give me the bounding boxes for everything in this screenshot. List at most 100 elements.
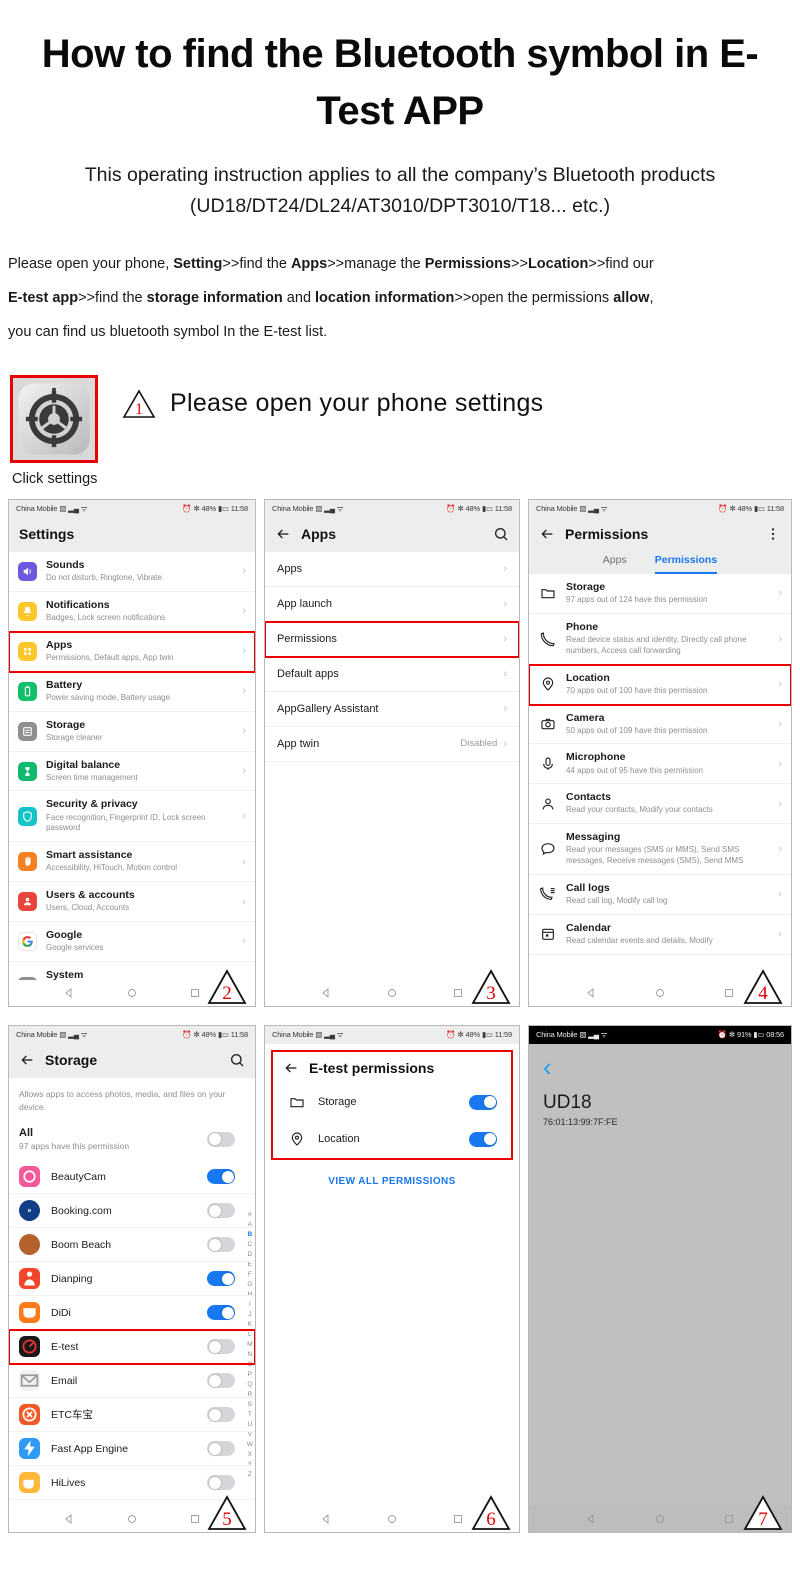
recents-square-icon[interactable] bbox=[189, 987, 201, 999]
storage-all-row[interactable]: All 97 apps have this permission bbox=[9, 1125, 255, 1160]
overflow-menu-icon[interactable] bbox=[765, 526, 781, 542]
permission-row-contacts[interactable]: Contacts Read your contacts, Modify your… bbox=[529, 784, 791, 825]
row-texts: Battery Power saving mode, Battery usage bbox=[46, 679, 233, 704]
app-toggle[interactable] bbox=[207, 1475, 235, 1491]
settings-list[interactable]: Sounds Do not disturb, Ringtone, Vibrate… bbox=[9, 551, 255, 980]
etest-permission-row-storage[interactable]: Storage bbox=[273, 1084, 511, 1121]
home-circle-icon[interactable] bbox=[654, 1513, 666, 1525]
location-permission-toggle[interactable] bbox=[469, 1131, 497, 1147]
settings-row-smart-assistance[interactable]: Smart assistance Accessibility, HiTouch,… bbox=[9, 842, 255, 883]
app-toggle[interactable] bbox=[207, 1271, 235, 1287]
back-arrow-icon[interactable] bbox=[283, 1060, 299, 1076]
app-toggle[interactable] bbox=[207, 1305, 235, 1321]
settings-row-security-privacy[interactable]: Security & privacy Face recognition, Fin… bbox=[9, 791, 255, 843]
home-circle-icon[interactable] bbox=[126, 1513, 138, 1525]
speaker-icon bbox=[18, 561, 37, 581]
etest-permission-row-location[interactable]: Location bbox=[273, 1121, 511, 1158]
status-bar-right: ⏰ ✼ 48% ▮▭ 11:58 bbox=[182, 504, 248, 513]
app-row-boom-beach[interactable]: Boom Beach bbox=[9, 1228, 255, 1263]
row-subtitle: Read device status and identity, Directl… bbox=[566, 634, 747, 655]
home-circle-icon[interactable] bbox=[654, 987, 666, 999]
app-toggle[interactable] bbox=[207, 1407, 235, 1423]
permission-tabs[interactable]: Apps Permissions bbox=[529, 551, 791, 574]
storage-permission-toggle[interactable] bbox=[469, 1094, 497, 1110]
settings-row-users-accounts[interactable]: Users & accounts Users, Cloud, Accounts … bbox=[9, 882, 255, 923]
back-triangle-icon[interactable] bbox=[585, 1513, 597, 1525]
app-row-dianping[interactable]: Dianping bbox=[9, 1262, 255, 1297]
back-arrow-icon[interactable] bbox=[19, 1052, 35, 1068]
clock-label: 11:58 bbox=[230, 1030, 248, 1040]
back-triangle-icon[interactable] bbox=[63, 987, 75, 999]
app-row-etc[interactable]: ETC车宝 bbox=[9, 1398, 255, 1433]
step-number: 6 bbox=[486, 1508, 496, 1530]
permission-row-phone[interactable]: Phone Read device status and identity, D… bbox=[529, 614, 791, 665]
recents-square-icon[interactable] bbox=[189, 1513, 201, 1525]
apps-row-app-twin[interactable]: App twin Disabled › bbox=[265, 727, 519, 762]
app-row-beautycam[interactable]: BeautyCam bbox=[9, 1160, 255, 1195]
permission-row-microphone[interactable]: Microphone 44 apps out of 95 have this p… bbox=[529, 744, 791, 785]
permission-row-location[interactable]: Location 70 apps out of 100 have this pe… bbox=[529, 663, 791, 706]
permission-row-messaging[interactable]: Messaging Read your messages (SMS or MMS… bbox=[529, 824, 791, 875]
storage-permission-list[interactable]: Allows apps to access photos, media, and… bbox=[9, 1077, 255, 1506]
view-all-permissions-link[interactable]: VIEW ALL PERMISSIONS bbox=[271, 1160, 513, 1187]
status-bar-left: China Mobile ▧ ▂▄ ᯤ bbox=[16, 504, 88, 514]
home-circle-icon[interactable] bbox=[386, 987, 398, 999]
app-toggle[interactable] bbox=[207, 1203, 235, 1219]
etest-permissions-body[interactable]: E-test permissions Storage Location VIEW… bbox=[265, 1043, 519, 1506]
settings-row-apps[interactable]: Apps Permissions, Default apps, App twin… bbox=[9, 630, 255, 673]
back-triangle-icon[interactable] bbox=[63, 1513, 75, 1525]
settings-row-storage[interactable]: Storage Storage cleaner › bbox=[9, 712, 255, 752]
google-icon bbox=[18, 931, 37, 951]
permission-row-calendar[interactable]: Calendar Read calendar events and detail… bbox=[529, 915, 791, 955]
permissions-list[interactable]: Storage 97 apps out of 124 have this per… bbox=[529, 573, 791, 980]
app-toggle[interactable] bbox=[207, 1339, 235, 1355]
back-triangle-icon[interactable] bbox=[585, 987, 597, 999]
settings-row-sounds[interactable]: Sounds Do not disturb, Ringtone, Vibrate… bbox=[9, 552, 255, 592]
back-arrow-icon[interactable] bbox=[275, 526, 291, 542]
app-row-email[interactable]: Email bbox=[9, 1364, 255, 1399]
home-circle-icon[interactable] bbox=[386, 1513, 398, 1525]
row-texts: Sounds Do not disturb, Ringtone, Vibrate bbox=[46, 559, 233, 584]
tab-permissions[interactable]: Permissions bbox=[654, 554, 718, 574]
recents-square-icon[interactable] bbox=[723, 1513, 735, 1525]
app-row-didi[interactable]: DiDi bbox=[9, 1296, 255, 1331]
app-row-booking[interactable]: B Booking.com bbox=[9, 1194, 255, 1229]
back-triangle-icon[interactable] bbox=[320, 1513, 332, 1525]
settings-row-digital-balance[interactable]: Digital balance Screen time management › bbox=[9, 752, 255, 792]
recents-square-icon[interactable] bbox=[723, 987, 735, 999]
app-toggle[interactable] bbox=[207, 1373, 235, 1389]
home-circle-icon[interactable] bbox=[126, 987, 138, 999]
settings-row-notifications[interactable]: Notifications Badges, Lock screen notifi… bbox=[9, 592, 255, 632]
permission-row-camera[interactable]: Camera 50 apps out of 109 have this perm… bbox=[529, 705, 791, 745]
apps-row-default-apps[interactable]: Default apps › bbox=[265, 657, 519, 692]
app-row-fast-app-engine[interactable]: Fast App Engine bbox=[9, 1432, 255, 1467]
search-icon[interactable] bbox=[493, 526, 509, 542]
apps-row-apps[interactable]: Apps › bbox=[265, 552, 519, 587]
back-chevron-icon[interactable]: ‹ bbox=[543, 1054, 777, 1080]
settings-app-icon-box[interactable] bbox=[10, 374, 98, 463]
status-bar: China Mobile ▧ ▂▄ ᯤ ⏰ ✼ 48% ▮▭ 11:58 bbox=[265, 499, 519, 518]
permission-row-storage[interactable]: Storage 97 apps out of 124 have this per… bbox=[529, 574, 791, 614]
search-icon[interactable] bbox=[229, 1052, 245, 1068]
settings-row-battery[interactable]: Battery Power saving mode, Battery usage… bbox=[9, 672, 255, 712]
apps-list[interactable]: Apps › App launch › Permissions › Defaul… bbox=[265, 551, 519, 980]
permission-row-call-logs[interactable]: Call logs Read call log, Modify call log… bbox=[529, 875, 791, 915]
app-toggle[interactable] bbox=[207, 1169, 235, 1185]
settings-row-google[interactable]: Google Google services › bbox=[9, 922, 255, 962]
apps-row-app-launch[interactable]: App launch › bbox=[265, 587, 519, 622]
recents-square-icon[interactable] bbox=[452, 1513, 464, 1525]
app-toggle[interactable] bbox=[207, 1237, 235, 1253]
apps-row-appgallery-assistant[interactable]: AppGallery Assistant › bbox=[265, 692, 519, 727]
apps-row-permissions[interactable]: Permissions › bbox=[265, 620, 519, 658]
all-toggle[interactable] bbox=[207, 1131, 235, 1147]
app-toggle[interactable] bbox=[207, 1441, 235, 1457]
chevron-right-icon: › bbox=[242, 855, 246, 868]
back-triangle-icon[interactable] bbox=[320, 987, 332, 999]
recents-square-icon[interactable] bbox=[452, 987, 464, 999]
instruction-line-3: you can find us bluetooth symbol In the … bbox=[8, 323, 328, 340]
app-row-etest[interactable]: E-test bbox=[9, 1329, 255, 1366]
tab-apps[interactable]: Apps bbox=[603, 554, 627, 574]
alarm-icon: ⏰ bbox=[717, 1030, 727, 1040]
back-arrow-icon[interactable] bbox=[539, 526, 555, 542]
apps-grid-icon bbox=[18, 641, 37, 661]
